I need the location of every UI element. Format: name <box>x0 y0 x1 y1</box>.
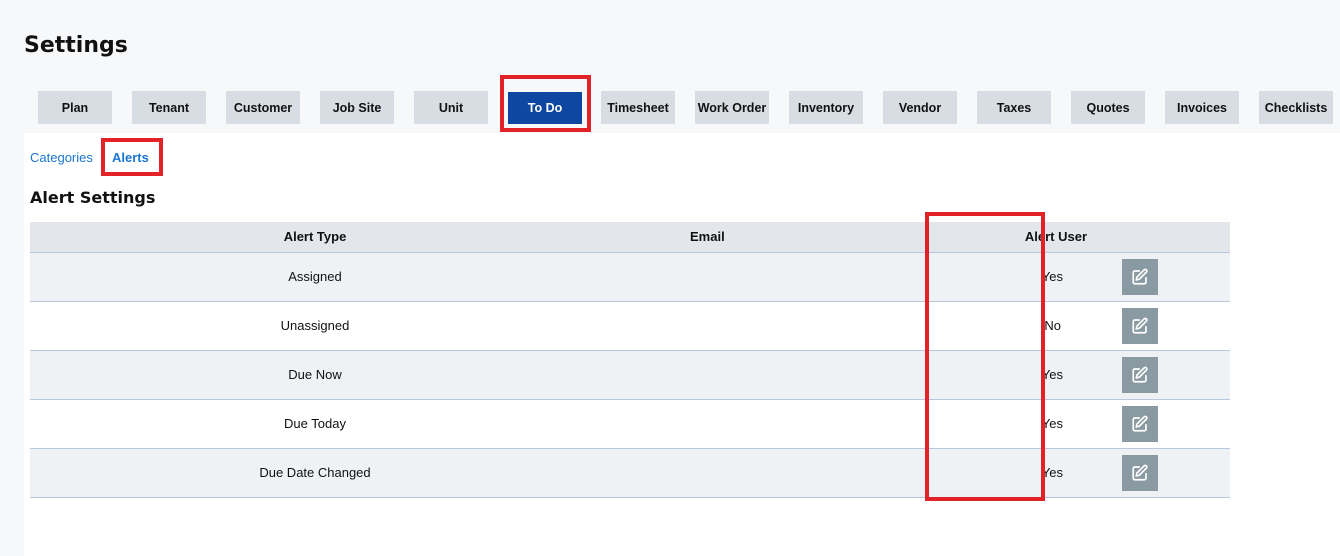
alert-settings-table: Alert Type Email Alert User Assigned Yes <box>30 222 1230 498</box>
subtab-categories[interactable]: Categories <box>30 150 93 165</box>
tab-customer[interactable]: Customer <box>226 91 300 124</box>
edit-button[interactable] <box>1122 356 1158 393</box>
email-cell <box>600 301 808 350</box>
actions-cell <box>1120 301 1230 350</box>
edit-icon <box>1132 268 1148 285</box>
tab-inventory[interactable]: Inventory <box>789 91 863 124</box>
subtab-alerts[interactable]: Alerts <box>112 150 149 165</box>
edit-button[interactable] <box>1122 405 1158 442</box>
actions-cell <box>1120 448 1230 497</box>
email-cell <box>600 399 808 448</box>
alert-type-cell: Assigned <box>288 269 342 284</box>
tab-work-order[interactable]: Work Order <box>695 91 769 124</box>
alert-type-cell: Due Today <box>284 416 346 431</box>
alert-user-cell: Yes <box>1041 269 1063 284</box>
tab-tenant[interactable]: Tenant <box>132 91 206 124</box>
edit-icon <box>1132 317 1148 334</box>
header-email: Email <box>600 222 808 253</box>
tab-to-do[interactable]: To Do <box>508 92 582 124</box>
section-title: Alert Settings <box>30 188 156 207</box>
tab-unit[interactable]: Unit <box>414 91 488 124</box>
email-cell <box>600 252 808 301</box>
email-cell <box>600 350 808 399</box>
tab-job-site[interactable]: Job Site <box>320 91 394 124</box>
alert-type-cell: Due Date Changed <box>259 465 371 480</box>
email-cell <box>600 448 808 497</box>
edit-button[interactable] <box>1122 307 1158 344</box>
edit-icon <box>1132 366 1148 383</box>
edit-icon <box>1132 464 1148 481</box>
header-alert-user: Alert User <box>808 222 1120 253</box>
page-title: Settings <box>24 33 128 58</box>
settings-tabs: Plan Tenant Customer Job Site Unit To Do… <box>0 91 1340 124</box>
table-row: Due Date Changed Yes <box>30 448 1230 497</box>
tab-plan[interactable]: Plan <box>38 91 112 124</box>
alert-type-cell: Unassigned <box>280 318 350 333</box>
edit-button[interactable] <box>1122 454 1158 491</box>
actions-cell <box>1120 350 1230 399</box>
tab-vendor[interactable]: Vendor <box>883 91 957 124</box>
alert-user-cell: Yes <box>1041 416 1063 431</box>
alert-user-cell: Yes <box>1041 367 1063 382</box>
tab-invoices[interactable]: Invoices <box>1165 91 1239 124</box>
edit-icon <box>1132 415 1148 432</box>
table-row: Due Today Yes <box>30 399 1230 448</box>
tab-taxes[interactable]: Taxes <box>977 91 1051 124</box>
header-actions <box>1120 222 1230 253</box>
actions-cell <box>1120 252 1230 301</box>
alert-type-cell: Due Now <box>288 367 342 382</box>
tab-checklists[interactable]: Checklists <box>1259 91 1333 124</box>
table-row: Assigned Yes <box>30 252 1230 301</box>
alert-user-cell: No <box>1044 318 1061 333</box>
tab-quotes[interactable]: Quotes <box>1071 91 1145 124</box>
alert-user-cell: Yes <box>1041 465 1063 480</box>
table-row: Unassigned No <box>30 301 1230 350</box>
table-row: Due Now Yes <box>30 350 1230 399</box>
actions-cell <box>1120 399 1230 448</box>
table-header-row: Alert Type Email Alert User <box>30 222 1230 253</box>
alerts-panel: Categories Alerts Alert Settings Alert T… <box>24 133 1340 556</box>
tab-timesheet[interactable]: Timesheet <box>601 91 675 124</box>
edit-button[interactable] <box>1122 258 1158 295</box>
header-alert-type: Alert Type <box>30 222 600 253</box>
